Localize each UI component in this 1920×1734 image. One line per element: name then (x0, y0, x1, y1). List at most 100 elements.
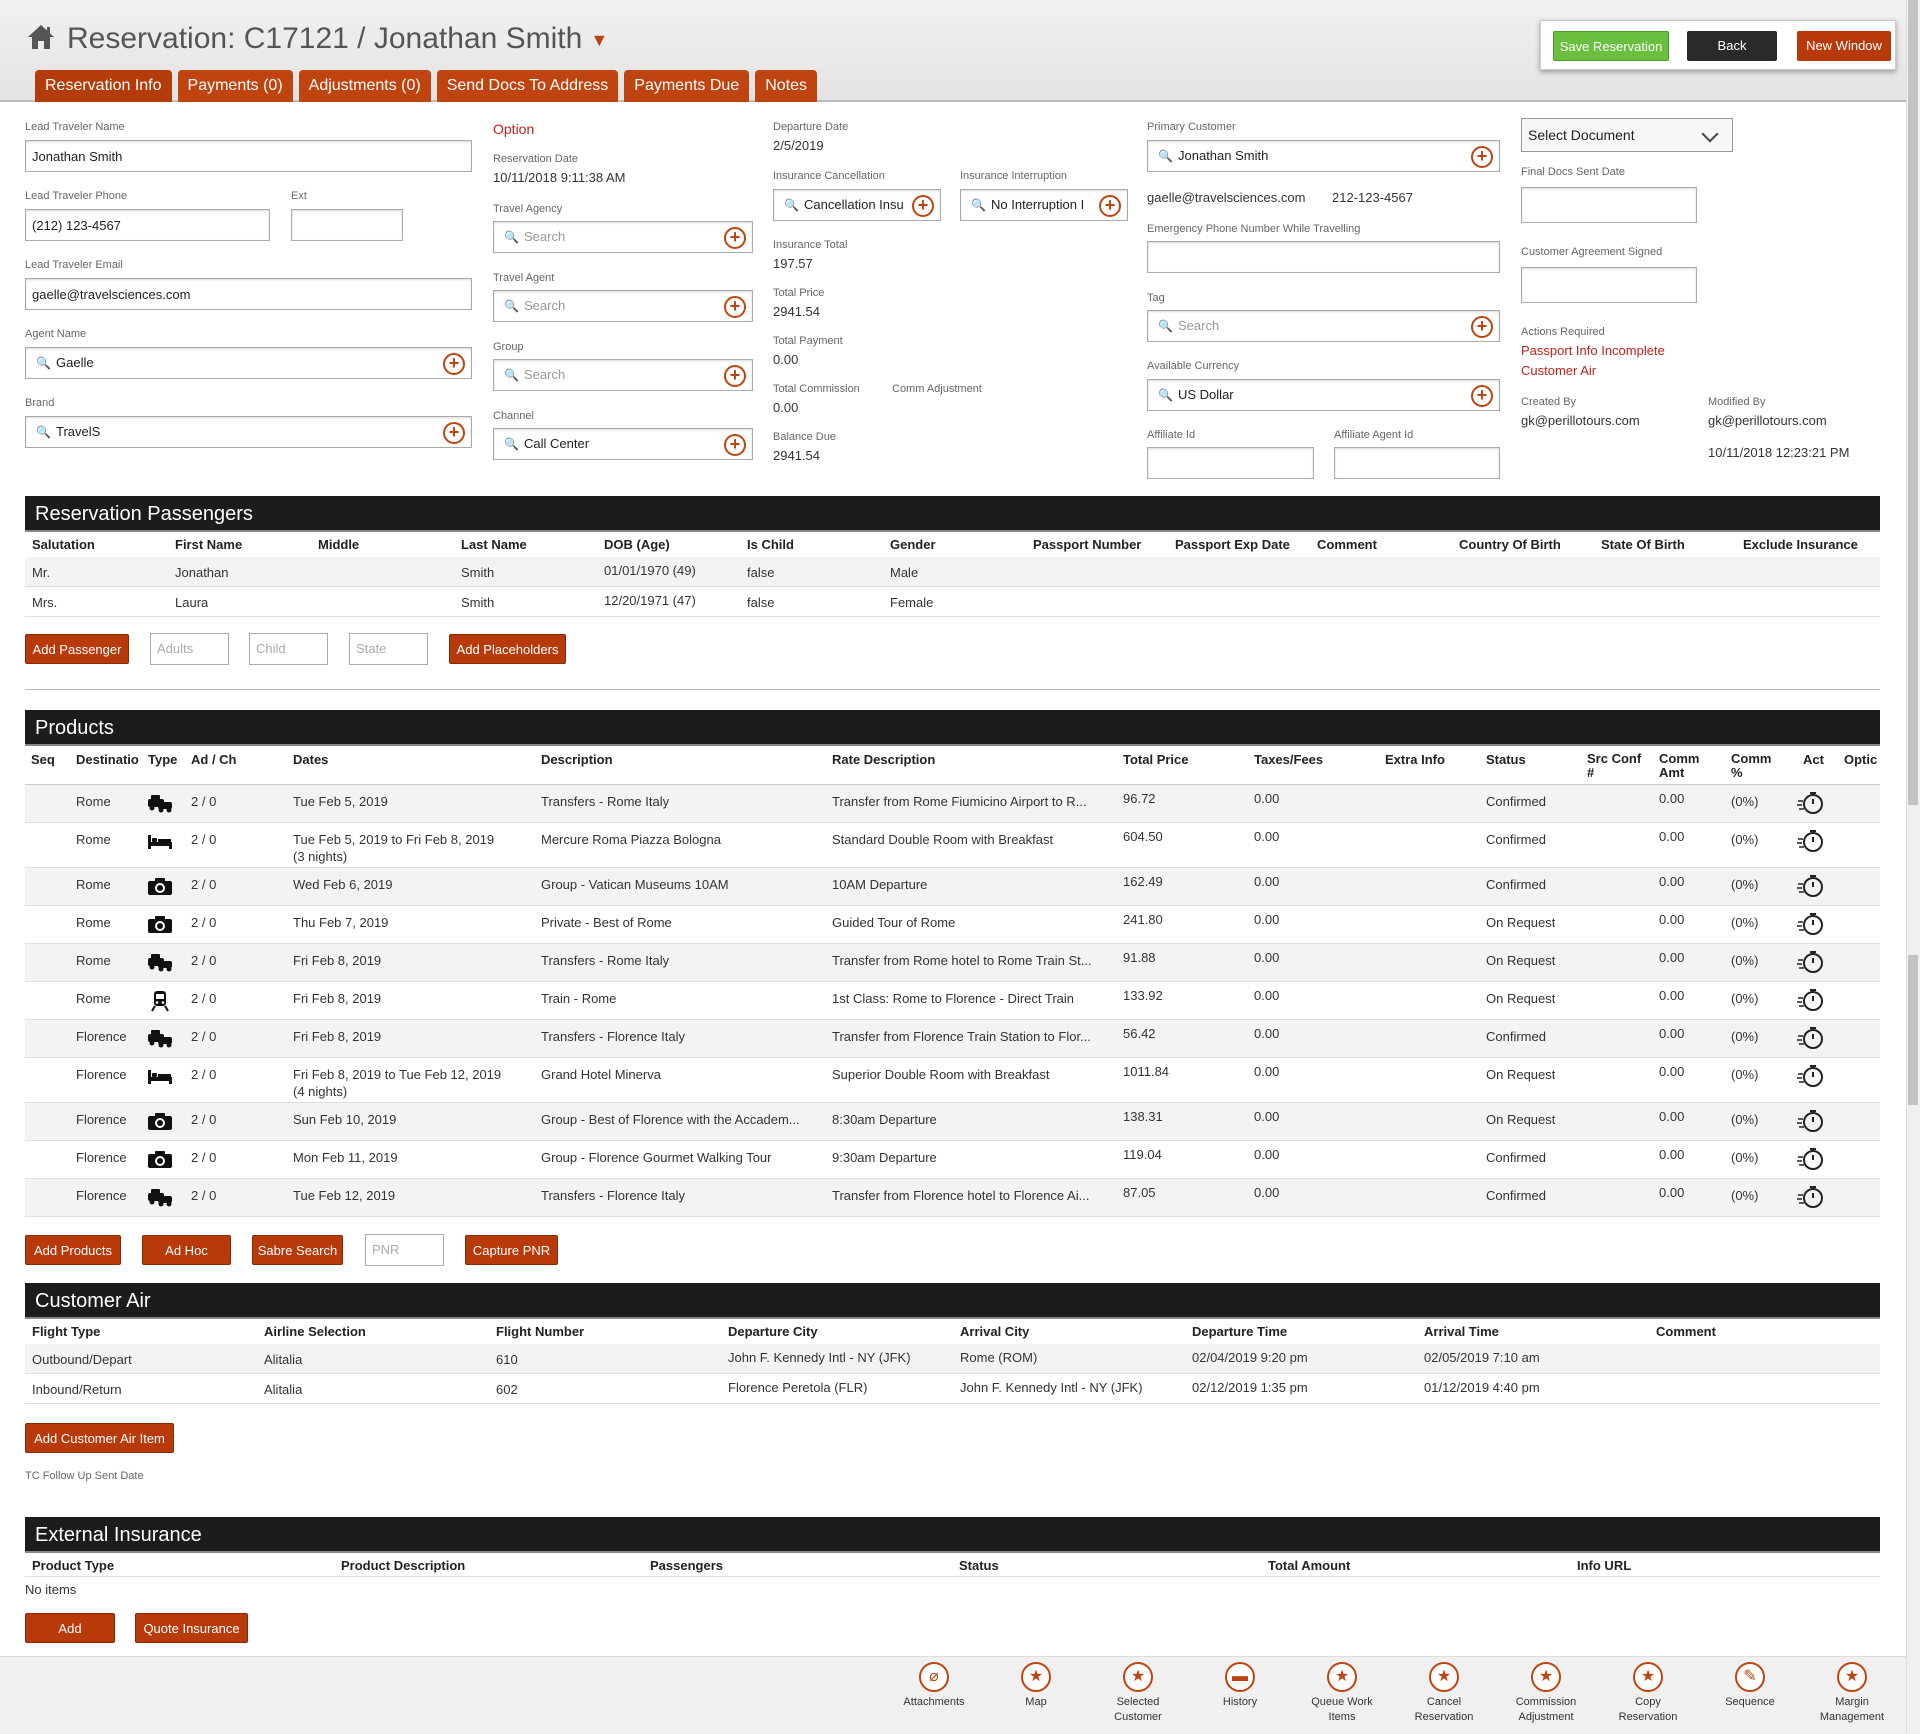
stopwatch-icon[interactable] (1796, 1026, 1826, 1053)
footer-commission-button[interactable]: ★ Commission Adjustment (1495, 1662, 1597, 1725)
home-icon[interactable] (27, 24, 55, 50)
add-passenger-button[interactable]: Add Passenger (25, 634, 129, 664)
product-taxes: 0.00 (1254, 791, 1280, 806)
group-field[interactable]: 🔍 Search + (493, 359, 753, 391)
footer-queue-work-button[interactable]: ★ Queue Work Items (1291, 1662, 1393, 1725)
scrollbar-thumb[interactable] (1908, 0, 1918, 805)
stopwatch-icon[interactable] (1796, 1147, 1826, 1174)
action-passport[interactable]: Passport Info Incomplete (1521, 343, 1665, 358)
passenger-row[interactable]: Mrs. Laura Smith 12/20/1971 (47) false F… (25, 587, 1880, 617)
stopwatch-icon[interactable] (1796, 988, 1826, 1015)
select-document-dropdown[interactable]: Select Document (1521, 118, 1733, 152)
add-icon[interactable]: + (724, 434, 746, 456)
agreement-input[interactable] (1521, 267, 1697, 303)
add-icon[interactable]: + (724, 296, 746, 318)
emergency-phone-label: Emergency Phone Number While Travelling (1147, 223, 1361, 235)
primary-customer-field[interactable]: 🔍 Jonathan Smith + (1147, 140, 1500, 172)
product-row[interactable]: Florence 2 / 0 Mon Feb 11, 2019 Group - Flo… (25, 1141, 1880, 1179)
page-title[interactable]: Reservation: C17121 / Jonathan Smith ▼ (67, 22, 608, 56)
add-customer-air-button[interactable]: Add Customer Air Item (25, 1423, 174, 1453)
adults-input[interactable]: Adults (150, 633, 229, 665)
ad-hoc-button[interactable]: Ad Hoc (142, 1235, 231, 1265)
footer-attachments-button[interactable]: ⌀ Attachments (883, 1662, 985, 1710)
stopwatch-icon[interactable] (1796, 874, 1826, 901)
add-icon[interactable]: + (724, 227, 746, 249)
lead-name-input[interactable] (25, 140, 472, 172)
tab-notes[interactable]: Notes (755, 70, 818, 102)
insurance-cancellation-field[interactable]: 🔍 Cancellation Insu + (773, 189, 941, 221)
passenger-row[interactable]: Mr. Jonathan Smith 01/01/1970 (49) false… (25, 557, 1880, 587)
footer-margin-button[interactable]: ★ Margin Management (1801, 1662, 1903, 1725)
footer-selected-button[interactable]: ★ Selected Customer (1087, 1662, 1189, 1725)
product-row[interactable]: Rome 2 / 0 Tue Feb 5, 2019 to Fri Feb 8, 2… (25, 823, 1880, 868)
product-row[interactable]: Rome 2 / 0 Fri Feb 8, 2019 Train - Rome 1st … (25, 982, 1880, 1020)
chevron-down-icon[interactable]: ▼ (590, 30, 608, 50)
add-icon[interactable]: + (1099, 195, 1121, 217)
product-row[interactable]: Rome 2 / 0 Tue Feb 5, 2019 Transfers - Rome… (25, 785, 1880, 823)
child-input[interactable]: Child (249, 633, 328, 665)
footer-cancel-button[interactable]: ★ Cancel Reservation (1393, 1662, 1495, 1725)
stopwatch-icon[interactable] (1796, 791, 1826, 818)
add-icon[interactable]: + (443, 422, 465, 444)
agent-name-field[interactable]: 🔍 Gaelle + (25, 347, 472, 379)
product-row[interactable]: Florence 2 / 0 Fri Feb 8, 2019 to Tue Feb … (25, 1058, 1880, 1103)
stopwatch-icon[interactable] (1796, 1109, 1826, 1136)
add-products-button[interactable]: Add Products (25, 1235, 121, 1265)
tab-payments-due[interactable]: Payments Due (624, 70, 750, 102)
save-reservation-button[interactable]: Save Reservation (1553, 31, 1669, 61)
lead-phone-input[interactable] (25, 209, 270, 241)
tab-adjustments[interactable]: Adjustments (0) (298, 70, 431, 102)
final-docs-input[interactable] (1521, 187, 1697, 223)
action-customer-air[interactable]: Customer Air (1521, 363, 1596, 378)
affiliate-id-input[interactable] (1147, 447, 1314, 479)
stopwatch-icon[interactable] (1796, 912, 1826, 939)
insurance-interruption-field[interactable]: 🔍 No Interruption I + (960, 189, 1128, 221)
back-button[interactable]: Back (1687, 31, 1777, 61)
air-row[interactable]: Outbound/Depart Alitalia 610 John F. Ken… (25, 1344, 1880, 1374)
travel-agency-field[interactable]: 🔍 Search + (493, 221, 753, 253)
footer-map-button[interactable]: ★ Map (985, 1662, 1087, 1710)
quote-insurance-button[interactable]: Quote Insurance (135, 1613, 248, 1643)
emergency-phone-input[interactable] (1147, 241, 1500, 273)
stopwatch-icon[interactable] (1796, 829, 1826, 856)
affiliate-agent-id-input[interactable] (1334, 447, 1500, 479)
product-row[interactable]: Florence 2 / 0 Fri Feb 8, 2019 Transfers - … (25, 1020, 1880, 1058)
footer-copy-button[interactable]: ★ Copy Reservation (1597, 1662, 1699, 1725)
add-insurance-button[interactable]: Add (25, 1613, 115, 1643)
sabre-search-button[interactable]: Sabre Search (252, 1235, 343, 1265)
tag-field[interactable]: 🔍 Search + (1147, 310, 1500, 342)
stopwatch-icon[interactable] (1796, 1185, 1826, 1212)
add-icon[interactable]: + (1471, 316, 1493, 338)
tab-reservation-info[interactable]: Reservation Info (35, 70, 172, 102)
add-icon[interactable]: + (724, 365, 746, 387)
product-row[interactable]: Rome 2 / 0 Fri Feb 8, 2019 Transfers - Rome… (25, 944, 1880, 982)
scrollbar[interactable] (1906, 0, 1920, 1734)
new-window-button[interactable]: New Window (1797, 31, 1891, 61)
tab-send-docs[interactable]: Send Docs To Address (436, 70, 619, 102)
add-placeholders-button[interactable]: Add Placeholders (449, 634, 566, 664)
pnr-input[interactable]: PNR (365, 1234, 444, 1266)
add-icon[interactable]: + (912, 195, 934, 217)
add-icon[interactable]: + (1471, 385, 1493, 407)
tab-payments[interactable]: Payments (0) (177, 70, 293, 102)
add-icon[interactable]: + (1471, 146, 1493, 168)
stopwatch-icon[interactable] (1796, 950, 1826, 977)
state-input[interactable]: State (349, 633, 428, 665)
ext-input[interactable] (291, 209, 403, 241)
brand-field[interactable]: 🔍 TravelS + (25, 416, 472, 448)
travel-agent-field[interactable]: 🔍 Search + (493, 290, 753, 322)
currency-field[interactable]: 🔍 US Dollar + (1147, 379, 1500, 411)
product-row[interactable]: Rome 2 / 0 Wed Feb 6, 2019 Group - Vatican … (25, 868, 1880, 906)
capture-pnr-button[interactable]: Capture PNR (465, 1235, 558, 1265)
product-row[interactable]: Florence 2 / 0 Tue Feb 12, 2019 Transfers -… (25, 1179, 1880, 1217)
footer-sequence-button[interactable]: ✎ Sequence (1699, 1662, 1801, 1710)
add-icon[interactable]: + (443, 353, 465, 375)
product-row[interactable]: Rome 2 / 0 Thu Feb 7, 2019 Private - Best o… (25, 906, 1880, 944)
lead-email-input[interactable] (25, 278, 472, 310)
scrollbar-thumb-secondary[interactable] (1908, 955, 1918, 1105)
product-row[interactable]: Florence 2 / 0 Sun Feb 10, 2019 Group - Bes… (25, 1103, 1880, 1141)
channel-field[interactable]: 🔍 Call Center + (493, 428, 753, 460)
stopwatch-icon[interactable] (1796, 1064, 1826, 1091)
footer-history-button[interactable]: ▬ History (1189, 1662, 1291, 1710)
air-row[interactable]: Inbound/Return Alitalia 602 Florence Per… (25, 1374, 1880, 1404)
